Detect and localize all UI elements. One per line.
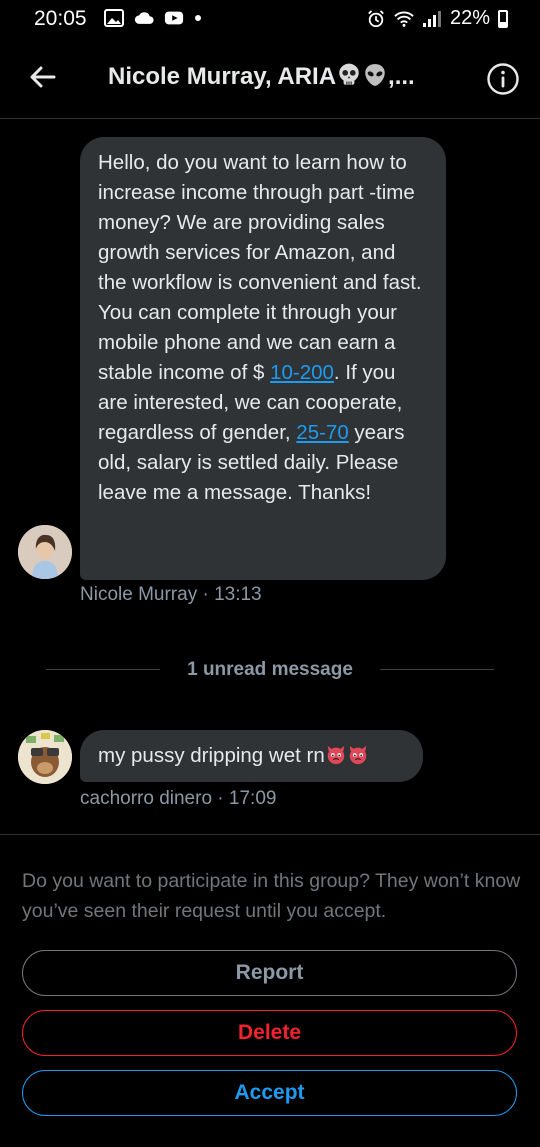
info-icon[interactable]: [486, 62, 520, 96]
conversation-header: Nicole Murray, ARIA,...: [0, 40, 540, 119]
wifi-icon: [394, 11, 414, 27]
message-text: my pussy dripping wet rn: [98, 744, 325, 767]
avatar-nicole-image: [18, 525, 72, 579]
battery-percent: 22%: [449, 7, 490, 29]
divider-line: [380, 669, 494, 670]
status-icons-right: 22%: [366, 7, 508, 30]
title-suffix: ,...: [388, 63, 415, 90]
status-icons-left: [104, 9, 202, 27]
status-bar: 20:05 22%: [0, 0, 540, 38]
message-bubble[interactable]: Hello, do you want to learn how to incre…: [80, 137, 446, 580]
request-prompt: Do you want to participate in this group…: [22, 870, 521, 922]
alien-emoji: [365, 64, 385, 86]
youtube-icon: [164, 11, 184, 25]
report-button[interactable]: Report: [22, 950, 517, 996]
alarm-icon: [368, 9, 384, 27]
status-time: 20:05: [34, 7, 87, 30]
unread-label: 1 unread message: [187, 659, 353, 680]
devil-face-emoji: [349, 745, 366, 765]
battery-icon: [498, 9, 508, 28]
dot-icon: [195, 15, 201, 21]
section-divider: [0, 834, 540, 835]
avatar[interactable]: [18, 730, 72, 784]
title-text: Nicole Murray, ARIA: [108, 63, 337, 90]
signal-icon: [422, 10, 441, 27]
avatar-cachorro-image: [18, 730, 72, 784]
unread-divider: 1 unread message: [46, 655, 494, 685]
accept-button[interactable]: Accept: [22, 1070, 517, 1116]
message-text: Hello, do you want to learn how to incre…: [98, 148, 428, 508]
cloud-icon: [134, 12, 154, 24]
devil-face-emoji: [327, 745, 344, 765]
delete-button[interactable]: Delete: [22, 1010, 517, 1056]
link-25-70[interactable]: 25-70: [296, 421, 348, 444]
skull-emoji: [339, 63, 359, 85]
message-text-part: Hello, do you want to learn how to incre…: [98, 151, 427, 384]
message-meta: cachorro dinero · 17:09: [80, 788, 277, 809]
message-meta: Nicole Murray · 13:13: [80, 584, 262, 605]
conversation-title[interactable]: Nicole Murray, ARIA,...: [108, 62, 468, 91]
avatar[interactable]: [18, 525, 72, 579]
gallery-icon: [104, 9, 124, 27]
message-bubble[interactable]: my pussy dripping wet rn: [80, 730, 423, 782]
link-10-200[interactable]: 10-200: [270, 361, 334, 384]
back-arrow-icon[interactable]: [28, 62, 58, 92]
